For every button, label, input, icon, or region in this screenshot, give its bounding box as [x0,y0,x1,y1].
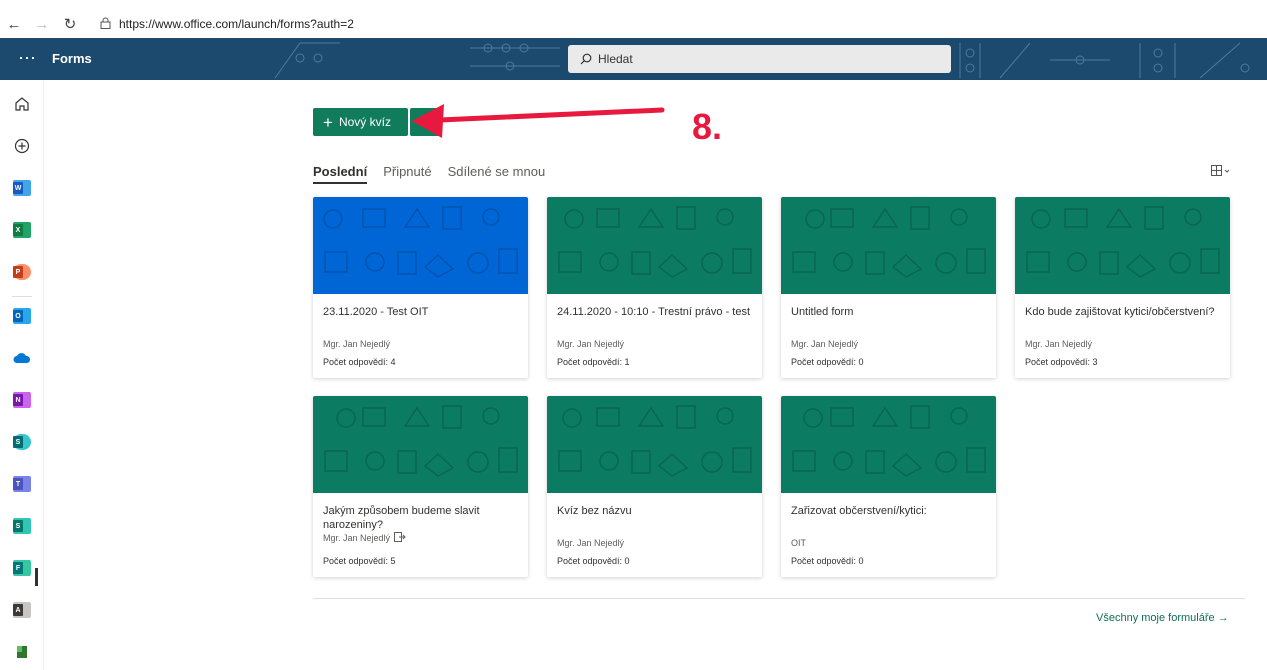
card-owner: OIT [791,538,806,548]
new-quiz-button[interactable]: + Nový kvíz [313,108,408,136]
reload-icon[interactable]: ↻ [56,15,84,33]
card-banner [781,396,996,493]
card-owner: Mgr. Jan Nejedlý [557,538,625,548]
card-title: Kvíz bez názvu [557,505,632,517]
plus-icon: + [323,112,333,132]
content-divider [313,598,1245,599]
card-banner [781,197,996,294]
planner-icon[interactable] [12,642,32,662]
banner-pattern [324,405,518,477]
card-title: Kdo bude zajištovat kytici/občerstvení? [1025,306,1215,318]
card-response-count: Počet odpovědí: 1 [557,357,630,367]
new-quiz-label: Nový kvíz [338,115,391,129]
annotation-arrow-icon [412,104,665,138]
forms-icon[interactable]: F [12,558,32,578]
search-placeholder: Hledat [598,52,633,66]
tab-shared[interactable]: Sdílené se mnou [448,164,546,184]
teams-icon[interactable]: T [12,474,32,494]
card-response-count: Počet odpovědí: 4 [323,357,396,367]
banner-pattern [558,405,752,477]
card-response-count: Počet odpovědí: 3 [1025,357,1098,367]
card-banner [1015,197,1230,294]
banner-pattern [1026,206,1220,278]
card-banner [313,396,528,493]
search-icon [580,53,592,65]
home-icon[interactable] [12,94,32,114]
annotation-step-number: 8. [692,106,723,147]
create-icon[interactable] [12,136,32,156]
form-card[interactable]: 23.11.2020 - Test OIT Mgr. Jan Nejedlý P… [313,197,528,378]
card-owner: Mgr. Jan Nejedlý [323,532,406,543]
forward-icon[interactable]: → [28,16,56,33]
active-indicator [35,568,38,586]
onenote-icon[interactable]: N [12,390,32,410]
banner-pattern [792,206,986,278]
app-header: ⋯ Forms Hledat [0,38,1267,80]
browser-toolbar: ← → ↻ https://www.office.com/launch/form… [0,10,1267,38]
card-owner: Mgr. Jan Nejedlý [323,339,391,349]
cropped-heading [0,0,1267,10]
excel-icon[interactable]: X [12,220,32,240]
sharepoint-icon[interactable]: S [12,432,32,452]
card-title: Untitled form [791,306,854,318]
app-launcher-icon[interactable]: ⋯ [18,48,36,69]
rail-divider [12,296,32,297]
view-toggle-icon[interactable] [1211,164,1231,180]
banner-pattern [792,405,986,477]
banner-pattern [323,206,518,278]
card-owner: Mgr. Jan Nejedlý [557,339,625,349]
outlook-icon[interactable]: O [12,306,32,326]
card-title: Jakým způsobem budeme slavit narozeniny? [323,505,480,531]
card-title: 23.11.2020 - Test OIT [323,306,429,318]
card-title: 24.11.2020 - 10:10 - Trestní právo - tes… [557,306,751,318]
tab-recent[interactable]: Poslední [313,164,368,184]
lock-icon [100,17,111,32]
card-response-count: Počet odpovědí: 0 [557,556,630,566]
form-card[interactable]: Kdo bude zajištovat kytici/občerstvení? … [1015,197,1230,378]
address-bar[interactable]: https://www.office.com/launch/forms?auth… [119,17,354,31]
all-my-forms-link[interactable]: Všechny moje formuláře → [1096,612,1229,624]
card-owner: Mgr. Jan Nejedlý [1025,339,1093,349]
banner-pattern [558,206,752,278]
card-owner: Mgr. Jan Nejedlý [791,339,859,349]
card-response-count: Počet odpovědí: 0 [791,556,864,566]
app-rail: W X P O N S T S F A [0,80,44,670]
admin-icon[interactable]: A [12,600,32,620]
card-banner [313,197,528,294]
powerpoint-icon[interactable]: P [12,262,32,282]
card-response-count: Počet odpovědí: 5 [323,556,396,566]
tab-bar: Poslední Připnuté Sdílené se mnou [313,164,561,184]
card-banner [547,197,762,294]
back-icon[interactable]: ← [0,16,28,33]
card-response-count: Počet odpovědí: 0 [791,357,864,367]
card-title: Zařizovat občerstvení/kytici: [791,505,927,517]
cropped-heading-text [540,0,551,10]
word-icon[interactable]: W [12,178,32,198]
onedrive-icon[interactable] [12,348,32,368]
search-input[interactable]: Hledat [568,45,951,73]
form-card[interactable]: 24.11.2020 - 10:10 - Trestní právo - tes… [547,197,762,378]
tab-pinned[interactable]: Připnuté [383,164,431,184]
form-card[interactable]: Zařizovat občerstvení/kytici: OIT Počet … [781,396,996,577]
sway-icon[interactable]: S [12,516,32,536]
shared-icon [394,532,406,542]
form-card[interactable]: Jakým způsobem budeme slavit narozeniny?… [313,396,528,577]
card-banner [547,396,762,493]
form-card[interactable]: Untitled form Mgr. Jan Nejedlý Počet odp… [781,197,996,378]
form-card[interactable]: Kvíz bez názvu Mgr. Jan Nejedlý Počet od… [547,396,762,577]
app-name[interactable]: Forms [52,51,92,66]
